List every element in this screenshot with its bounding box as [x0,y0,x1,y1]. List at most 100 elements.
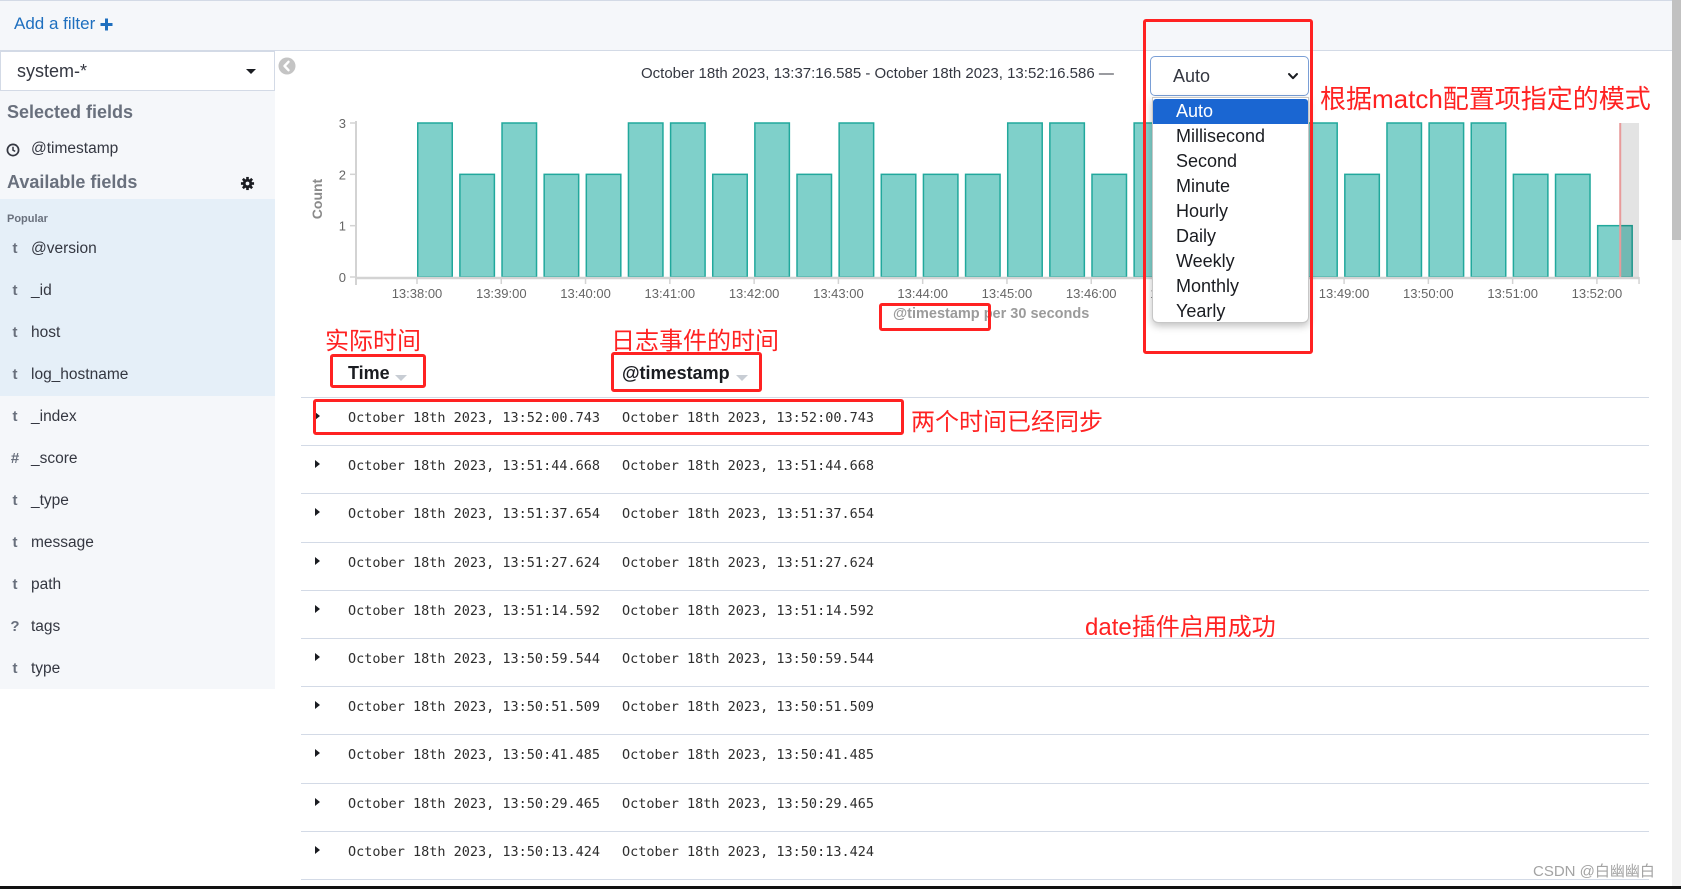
interval-option-auto[interactable]: Auto [1153,99,1308,124]
expand-row-icon[interactable] [315,749,320,758]
x-tick-label: 13:46:00 [1066,286,1117,300]
histogram-bar[interactable] [1049,122,1086,278]
expand-row-icon[interactable] [315,652,320,661]
field-item[interactable]: t host [0,312,275,354]
field-item[interactable]: t log_hostname [0,354,275,396]
table-row[interactable]: October 18th 2023, 13:51:44.668 October … [301,446,1649,495]
table-row[interactable]: October 18th 2023, 13:50:29.465 October … [301,784,1649,832]
cell-timestamp: October 18th 2023, 13:50:29.465 [622,795,874,812]
histogram-bar[interactable] [1091,173,1128,278]
x-tick-label: 13:40:00 [560,286,611,300]
x-tick-label: 13:51:00 [1487,286,1538,300]
field-item[interactable]: t _index [0,396,275,438]
expand-row-icon[interactable] [315,845,320,854]
histogram-bar[interactable] [459,173,496,278]
field-item[interactable]: t message [0,522,275,564]
column-header-timestamp[interactable]: @timestamp [622,362,730,384]
x-tick-label: 13:45:00 [982,286,1033,300]
string-type-icon: t [12,492,18,509]
histogram-bar[interactable] [1386,122,1423,278]
field-name: _score [31,450,78,467]
histogram-bar[interactable] [585,173,622,278]
cell-time: October 18th 2023, 13:50:29.465 [348,795,600,812]
interval-option-hourly[interactable]: Hourly [1153,199,1308,224]
histogram-bar[interactable] [964,173,1001,278]
table-row[interactable]: October 18th 2023, 13:50:59.544 October … [301,639,1649,688]
x-tick-label: 13:38:00 [392,286,443,300]
histogram-bar[interactable] [669,122,706,278]
histogram-bar[interactable] [754,122,791,278]
cell-time: October 18th 2023, 13:50:41.485 [348,747,600,764]
string-type-icon: t [12,534,18,551]
histogram-bar[interactable] [1554,173,1591,278]
cell-time: October 18th 2023, 13:51:44.668 [348,458,600,475]
histogram-bar[interactable] [1512,173,1549,278]
field-item[interactable]: t type [0,648,275,690]
table-row[interactable]: October 18th 2023, 13:51:27.624 October … [301,543,1649,591]
expand-row-icon[interactable] [315,556,320,565]
cell-timestamp: October 18th 2023, 13:51:14.592 [622,602,874,619]
histogram-bar[interactable] [880,173,917,278]
x-tick-label: 13:41:00 [645,286,696,300]
table-row[interactable]: October 18th 2023, 13:51:14.592 October … [301,591,1649,639]
field-item[interactable]: # _score [0,438,275,480]
y-tick-label: 1 [339,219,346,234]
histogram-bar[interactable] [543,173,580,278]
y-tick-label: 3 [339,116,346,131]
table-row[interactable]: October 18th 2023, 13:50:13.424 October … [301,832,1649,880]
sort-caret-icon[interactable] [736,375,748,381]
interval-option-weekly[interactable]: Weekly [1153,249,1308,274]
histogram-chart: 0 1 2 3 13:38:00 13:39:00 13:40:00 13:41:00 13:4… [339,116,1640,300]
histogram-bar[interactable] [1006,122,1043,278]
expand-row-icon[interactable] [315,701,320,710]
x-tick-label: 13:39:00 [476,286,527,300]
interval-option-monthly[interactable]: Monthly [1153,274,1308,299]
histogram-bar[interactable] [627,122,664,278]
field-item[interactable]: ? tags [0,606,275,648]
table-row[interactable]: October 18th 2023, 13:51:37.654 October … [301,494,1649,543]
cell-timestamp: October 18th 2023, 13:50:41.485 [622,747,874,764]
expand-row-icon[interactable] [315,412,320,420]
interval-select-value: Auto [1173,66,1211,86]
interval-option-yearly[interactable]: Yearly [1153,299,1308,324]
field-item[interactable]: t path [0,564,275,606]
string-type-icon: t [12,366,18,383]
histogram-bar[interactable] [1428,122,1465,278]
histogram-bar[interactable] [711,173,748,278]
expand-row-icon[interactable] [315,460,320,469]
x-axis-label: @timestamp per 30 seconds [893,306,1090,322]
histogram-bar[interactable] [1470,122,1507,278]
table-row[interactable]: October 18th 2023, 13:50:41.485 October … [301,735,1649,784]
sort-caret-icon[interactable] [395,375,407,381]
annotation-plugin-note: date插件启用成功 [1085,614,1276,641]
interval-option-minute[interactable]: Minute [1153,174,1308,199]
expand-row-icon[interactable] [315,797,320,806]
string-type-icon: t [12,576,18,593]
x-tick-label: 13:42:00 [729,286,780,300]
cell-timestamp: October 18th 2023, 13:52:00.743 [622,410,874,426]
histogram-bar[interactable] [838,122,875,278]
interval-option-daily[interactable]: Daily [1153,224,1308,249]
x-tick-label: 13:49:00 [1319,286,1370,300]
field-name: host [31,324,61,341]
annotation-timestamp-note: 日志事件的时间 [611,328,779,355]
number-type-icon: # [10,450,20,467]
column-header-time[interactable]: Time [348,362,390,384]
interval-option-second[interactable]: Second [1153,149,1308,174]
annotation-time-note: 实际时间 [325,328,421,355]
histogram-bar[interactable] [417,122,453,278]
histogram-bar[interactable] [796,173,833,278]
interval-option-millisecond[interactable]: Millisecond [1153,124,1308,149]
histogram-bar[interactable] [922,173,959,278]
expand-row-icon[interactable] [315,508,320,517]
histogram-bar[interactable] [1344,173,1381,278]
cell-timestamp: October 18th 2023, 13:51:37.654 [622,506,874,523]
interval-select[interactable]: Auto [1150,56,1309,96]
field-item[interactable]: t _type [0,480,275,522]
annotation-interval-note: 根据match配置项指定的模式 [1320,84,1651,114]
x-tick-label: 13:52:00 [1572,286,1623,300]
histogram-bar[interactable] [501,122,538,278]
expand-row-icon[interactable] [315,604,320,613]
field-name: type [31,660,61,677]
table-row[interactable]: October 18th 2023, 13:50:51.509 October … [301,687,1649,736]
